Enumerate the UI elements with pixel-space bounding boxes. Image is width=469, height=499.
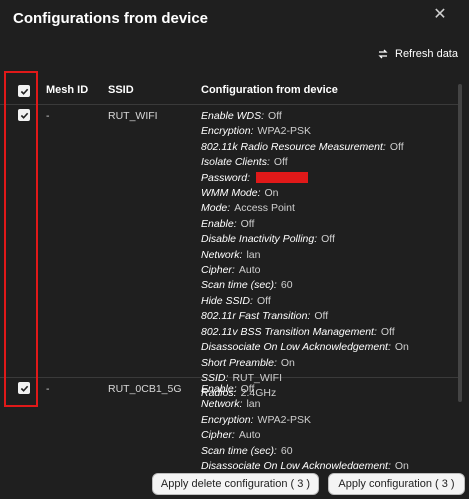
config-value: Off <box>314 310 329 323</box>
config-entry: Enable: Off <box>201 382 409 397</box>
config-key: Scan time (sec): <box>201 279 277 292</box>
row-mesh-id: - <box>46 383 50 395</box>
config-key: Disassociate On Low Acknowledgement: <box>201 341 391 354</box>
config-key: WMM Mode: <box>201 187 261 200</box>
config-entry: Isolate Clients: Off <box>201 155 409 170</box>
config-entry: 802.11r Fast Transition: Off <box>201 309 409 324</box>
table-row: - RUT_0CB1_5G Enable: Off Network: lan Enc… <box>0 378 460 469</box>
config-value: Off <box>380 325 395 338</box>
row-mesh-id: - <box>46 110 50 122</box>
config-entry: WMM Mode: On <box>201 186 409 201</box>
config-entry: Cipher: Auto <box>201 263 409 278</box>
config-value: On <box>394 341 409 354</box>
config-entry: Network: lan <box>201 248 409 263</box>
config-key: Disable Inactivity Polling: <box>201 233 318 246</box>
config-entry: Encryption: WPA2-PSK <box>201 413 409 428</box>
config-key: Cipher: <box>201 264 235 277</box>
config-value: Off <box>321 233 335 246</box>
config-key: Network: <box>201 248 243 261</box>
config-key: Encryption: <box>201 413 254 426</box>
row-config-list: Enable: Off Network: lan Encryption: WPA2-P… <box>201 382 409 469</box>
config-value: WPA2-PSK <box>257 125 312 138</box>
config-key: Short Preamble: <box>201 356 277 369</box>
config-value: On <box>280 356 295 369</box>
config-key: Enable: <box>201 383 237 395</box>
config-key: Scan time (sec): <box>201 444 277 457</box>
config-value: 60 <box>280 279 293 292</box>
header-mesh-id: Mesh ID <box>46 84 89 96</box>
config-entry: Mode: Access Point <box>201 201 409 216</box>
config-entry: 802.11k Radio Resource Measurement: Off <box>201 140 409 155</box>
config-key: Mode: <box>201 202 231 215</box>
refresh-data-button[interactable]: Refresh data <box>377 48 458 60</box>
config-entry: 802.11v BSS Transition Management: Off <box>201 325 409 340</box>
config-key: Cipher: <box>201 429 235 442</box>
config-key: Password: <box>201 171 251 184</box>
header-config: Configuration from device <box>201 84 338 96</box>
config-value: Off <box>273 156 288 169</box>
config-key: Isolate Clients: <box>201 156 270 169</box>
config-entry: Scan time (sec): 60 <box>201 444 409 459</box>
config-entry: Cipher: Auto <box>201 428 409 443</box>
config-value: On <box>394 460 409 469</box>
dialog-footer: Apply delete configuration ( 3 ) Apply c… <box>0 469 469 499</box>
checkbox-column-highlight <box>4 71 38 407</box>
config-key: Hide SSID: <box>201 294 253 307</box>
config-entry: Hide SSID: Off <box>201 294 409 309</box>
config-value: 60 <box>280 444 293 457</box>
config-value: Off <box>240 383 255 395</box>
config-entry: Encryption: WPA2-PSK <box>201 124 409 139</box>
config-value: lan <box>246 398 261 411</box>
config-value: Off <box>268 110 282 122</box>
config-key: 802.11k Radio Resource Measurement: <box>201 140 386 153</box>
config-value: Auto <box>238 264 261 277</box>
table-row: - RUT_WIFI Enable WDS: Off Encryption: WPA… <box>0 105 460 399</box>
row-ssid: RUT_0CB1_5G <box>108 383 182 395</box>
row-ssid: RUT_WIFI <box>108 110 158 122</box>
config-table: Mesh ID SSID Configuration from device -… <box>0 70 469 469</box>
apply-configuration-button[interactable]: Apply configuration ( 3 ) <box>328 473 465 495</box>
config-value: On <box>264 187 279 200</box>
refresh-label: Refresh data <box>395 48 458 60</box>
config-entry: Disable Inactivity Polling: Off <box>201 232 409 247</box>
apply-delete-configuration-button[interactable]: Apply delete configuration ( 3 ) <box>152 473 319 495</box>
row-config-list: Enable WDS: Off Encryption: WPA2-PSK 802.1… <box>201 109 409 402</box>
config-key: 802.11r Fast Transition: <box>201 310 311 323</box>
config-value: Off <box>389 140 404 153</box>
refresh-icon <box>378 49 388 59</box>
config-key: Enable WDS: <box>201 110 265 122</box>
config-entry: Enable WDS: Off <box>201 109 409 124</box>
config-value: Access Point <box>234 202 295 215</box>
password-redaction <box>256 172 309 184</box>
config-value: lan <box>246 248 261 261</box>
table-header: Mesh ID SSID Configuration from device <box>0 78 460 105</box>
config-entry: Network: lan <box>201 397 409 412</box>
header-ssid: SSID <box>108 84 134 96</box>
config-entry: Short Preamble: On <box>201 356 409 371</box>
scrollbar[interactable] <box>458 84 462 402</box>
config-key: Disassociate On Low Acknowledgement: <box>201 460 391 469</box>
close-icon[interactable]: ✕ <box>433 7 447 23</box>
config-entry: Disassociate On Low Acknowledgement: On <box>201 459 409 469</box>
config-key: Network: <box>201 398 243 411</box>
config-key: Enable: <box>201 217 237 230</box>
config-key: 802.11v BSS Transition Management: <box>201 325 377 338</box>
config-entry: Scan time (sec): 60 <box>201 278 409 293</box>
config-entry: Password: <box>201 171 409 186</box>
config-value: Auto <box>238 429 261 442</box>
dialog-title: Configurations from device <box>13 10 209 27</box>
config-value: WPA2-PSK <box>257 413 312 426</box>
config-entry: Disassociate On Low Acknowledgement: On <box>201 340 409 355</box>
config-entry: Enable: Off <box>201 217 409 232</box>
config-key: Encryption: <box>201 125 254 138</box>
config-value: Off <box>240 217 255 230</box>
config-value: Off <box>256 294 271 307</box>
